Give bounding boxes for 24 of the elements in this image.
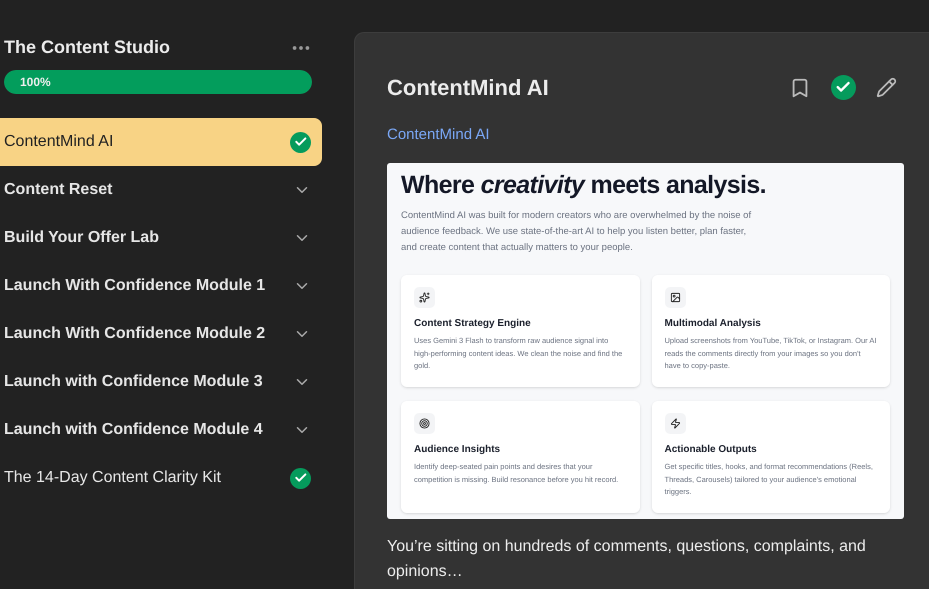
embed-headline: Where creativity meets analysis. xyxy=(401,170,767,200)
feature-title: Audience Insights xyxy=(414,443,502,457)
sidebar-item[interactable]: Build Your Offer Lab xyxy=(0,214,322,262)
sidebar-item[interactable]: Launch With Confidence Module 1 xyxy=(0,262,322,310)
pencil-icon[interactable] xyxy=(876,77,897,98)
sidebar-item[interactable]: ContentMind AI xyxy=(0,118,322,166)
sidebar-item[interactable]: The 14-Day Content Clarity Kit xyxy=(0,454,322,502)
embed-intro: ContentMind AI was built for modern creators who are overwhelmed by the noise of audience feedback. We use state-of-the-art AI to help you listen better, plan faster, and create content that actually matters to your people. xyxy=(401,209,752,255)
feature-title: Actionable Outputs xyxy=(664,443,758,457)
sidebar-item[interactable]: Content Reset xyxy=(0,166,322,214)
zap-icon xyxy=(670,418,680,429)
sidebar-item[interactable]: Launch With Confidence Module 2 xyxy=(0,310,322,358)
sparkles-icon xyxy=(419,292,430,303)
feature-title: Multimodal Analysis xyxy=(664,317,762,331)
progress-label: 100% xyxy=(20,74,51,91)
lesson-link[interactable]: ContentMind AI xyxy=(387,124,490,146)
course-title: The Content Studio xyxy=(4,36,170,59)
sidebar-item[interactable]: Launch with Confidence Module 3 xyxy=(0,358,322,406)
target-icon xyxy=(419,418,430,429)
sidebar-item[interactable]: Launch with Confidence Module 4 xyxy=(0,406,322,454)
image-icon xyxy=(670,292,680,303)
feature-title: Content Strategy Engine xyxy=(414,317,532,331)
lesson-title: ContentMind AI xyxy=(387,74,549,102)
lesson-body-text: You’re sitting on hundreds of comments, questions, complaints, and opinions… xyxy=(387,536,867,582)
